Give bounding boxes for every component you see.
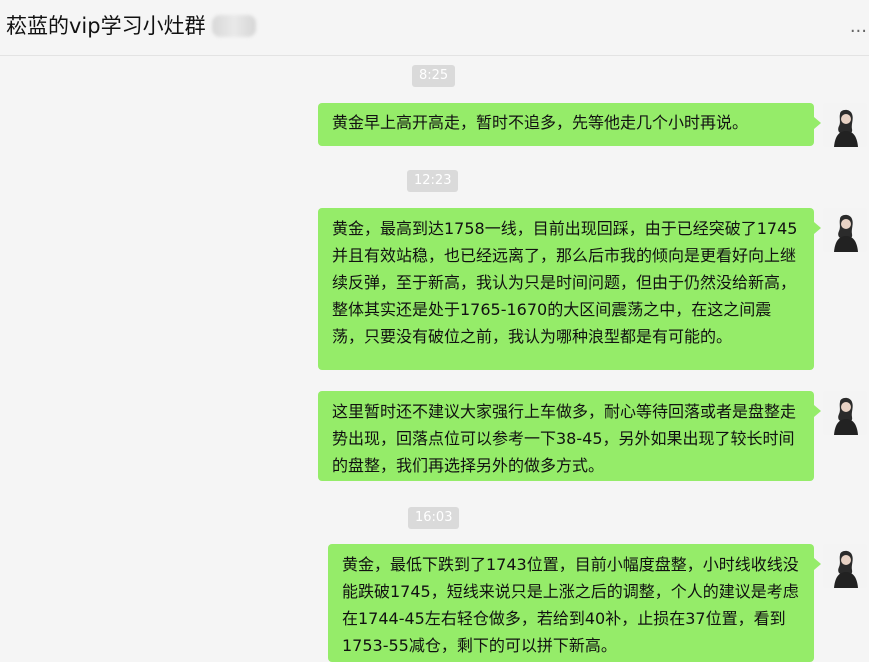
timestamp: 8:25	[412, 65, 456, 87]
avatar[interactable]	[823, 544, 867, 588]
avatar-image	[823, 391, 867, 435]
message-bubble[interactable]: 黄金早上高开高走，暂时不追多，先等他走几个小时再说。	[318, 103, 821, 146]
avatar[interactable]	[823, 208, 867, 252]
more-options-icon[interactable]: ...	[850, 18, 867, 36]
avatar-image	[823, 544, 867, 588]
chat-title: 菘蓝的vip学习小灶群	[6, 12, 256, 40]
avatar-image	[823, 208, 867, 252]
chat-header: 菘蓝的vip学习小灶群 ...	[0, 0, 869, 56]
avatar[interactable]	[823, 391, 867, 435]
timestamp: 12:23	[407, 170, 459, 192]
timestamp: 16:03	[408, 507, 460, 529]
message-bubble[interactable]: 黄金，最低下跌到了1743位置，目前小幅度盘整，小时线收线没能跌破1745，短线…	[328, 544, 821, 662]
avatar[interactable]	[823, 103, 867, 147]
chat-title-text: 菘蓝的vip学习小灶群	[6, 14, 206, 38]
message-bubble[interactable]: 黄金，最高到达1758一线，目前出现回踩，由于已经突破了1745并且有效站稳，也…	[318, 208, 821, 370]
blurred-member-count	[211, 15, 256, 37]
avatar-image	[823, 103, 867, 147]
message-bubble[interactable]: 这里暂时还不建议大家强行上车做多，耐心等待回落或者是盘整走势出现，回落点位可以参…	[318, 391, 821, 481]
